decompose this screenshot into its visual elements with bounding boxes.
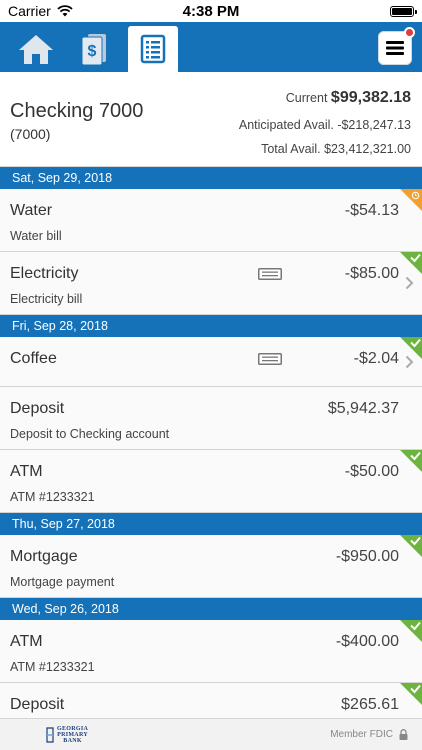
date-header: Fri, Sep 28, 2018 (0, 315, 422, 337)
logo-line: BANK (63, 737, 82, 744)
anticipated-balance: Anticipated Avail. -$218,247.13 (238, 118, 411, 132)
nav-bar: $ (0, 22, 422, 72)
memo-icon (258, 353, 282, 365)
transaction-amount: -$50.00 (344, 463, 399, 480)
account-number: (7000) (10, 126, 51, 142)
hamburger-menu-icon (386, 41, 404, 55)
statement-icon (140, 34, 166, 64)
cleared-check-icon (400, 535, 422, 557)
cleared-check-icon (400, 252, 422, 274)
tab-home[interactable] (12, 26, 60, 72)
transaction-description: Electricity bill (10, 292, 83, 306)
notification-badge (404, 27, 415, 38)
svg-text:$: $ (88, 43, 97, 60)
transaction-row[interactable]: Deposit Deposit to Checking account $5,9… (0, 387, 422, 450)
transaction-description: Water bill (10, 229, 62, 243)
current-balance-amount: $99,382.18 (330, 89, 411, 106)
logo-line: GEORGIA (57, 725, 89, 732)
transaction-amount: -$2.04 (353, 350, 399, 367)
transaction-description: ATM #1233321 (10, 490, 95, 504)
date-header: Wed, Sep 26, 2018 (0, 598, 422, 620)
transaction-row[interactable]: Water Water bill -$54.13 (0, 189, 422, 252)
transaction-description: Mortgage payment (10, 575, 115, 589)
footer: GEORGIA PRIMARY BANK Member FDIC (0, 718, 422, 750)
transaction-name: Mortgage (10, 548, 78, 565)
transaction-description: ATM #1233321 (10, 660, 95, 674)
current-balance: Current $99,382.18 (286, 89, 411, 107)
account-summary: Checking 7000 (7000) Current $99,382.18 … (0, 72, 422, 167)
bank-logo: GEORGIA PRIMARY BANK (46, 726, 88, 744)
lock-icon (399, 729, 408, 740)
transaction-row[interactable]: Mortgage Mortgage payment -$950.00 (0, 535, 422, 598)
current-balance-label: Current (285, 91, 328, 105)
money-icon: $ (81, 34, 106, 66)
transaction-list[interactable]: Sat, Sep 29, 2018 Water Water bill -$54.… (0, 167, 422, 746)
menu-button[interactable] (378, 27, 415, 65)
carrier-label: Carrier (8, 3, 51, 19)
home-icon (19, 35, 53, 64)
pending-clock-icon (400, 189, 422, 211)
transaction-description: Deposit to Checking account (10, 427, 170, 441)
tab-statement[interactable] (128, 26, 178, 72)
transaction-name: ATM (10, 463, 43, 480)
chevron-right-icon[interactable] (405, 276, 414, 290)
transaction-amount: -$400.00 (335, 633, 399, 650)
transaction-name: Water (10, 202, 53, 219)
fdic-notice: Member FDIC (330, 729, 408, 740)
account-name: Checking 7000 (10, 100, 144, 122)
date-header: Thu, Sep 27, 2018 (0, 513, 422, 535)
transaction-row[interactable]: ATM ATM #1233321 -$400.00 (0, 620, 422, 683)
total-balance: Total Avail. $23,412,321.00 (261, 142, 411, 156)
transaction-name: Coffee (10, 350, 57, 367)
wifi-icon (57, 5, 73, 17)
transaction-amount: $265.61 (341, 696, 399, 713)
transaction-row[interactable]: Electricity Electricity bill -$85.00 (0, 252, 422, 315)
date-header: Sat, Sep 29, 2018 (0, 167, 422, 189)
transaction-amount: -$54.13 (344, 202, 399, 219)
transaction-name: Electricity (10, 265, 79, 282)
clock: 4:38 PM (182, 2, 240, 20)
cleared-check-icon (400, 620, 422, 642)
transaction-row[interactable]: ATM ATM #1233321 -$50.00 (0, 450, 422, 513)
transaction-amount: -$85.00 (344, 265, 399, 282)
bank-logo-mark-icon (46, 726, 54, 743)
status-bar: Carrier 4:38 PM (0, 0, 422, 22)
tab-money[interactable]: $ (70, 26, 118, 72)
transaction-row[interactable]: Coffee -$2.04 (0, 337, 422, 387)
transaction-name: Deposit (10, 400, 65, 417)
logo-line: PRIMARY (57, 731, 88, 738)
cleared-check-icon (400, 337, 422, 359)
transaction-amount: $5,942.37 (327, 400, 399, 417)
cleared-check-icon (400, 683, 422, 705)
battery-icon (389, 5, 417, 17)
transaction-name: Deposit (10, 696, 65, 713)
transaction-amount: -$950.00 (335, 548, 399, 565)
fdic-label: Member FDIC (330, 729, 393, 740)
cleared-check-icon (400, 450, 422, 472)
transaction-name: ATM (10, 633, 43, 650)
memo-icon (258, 268, 282, 280)
